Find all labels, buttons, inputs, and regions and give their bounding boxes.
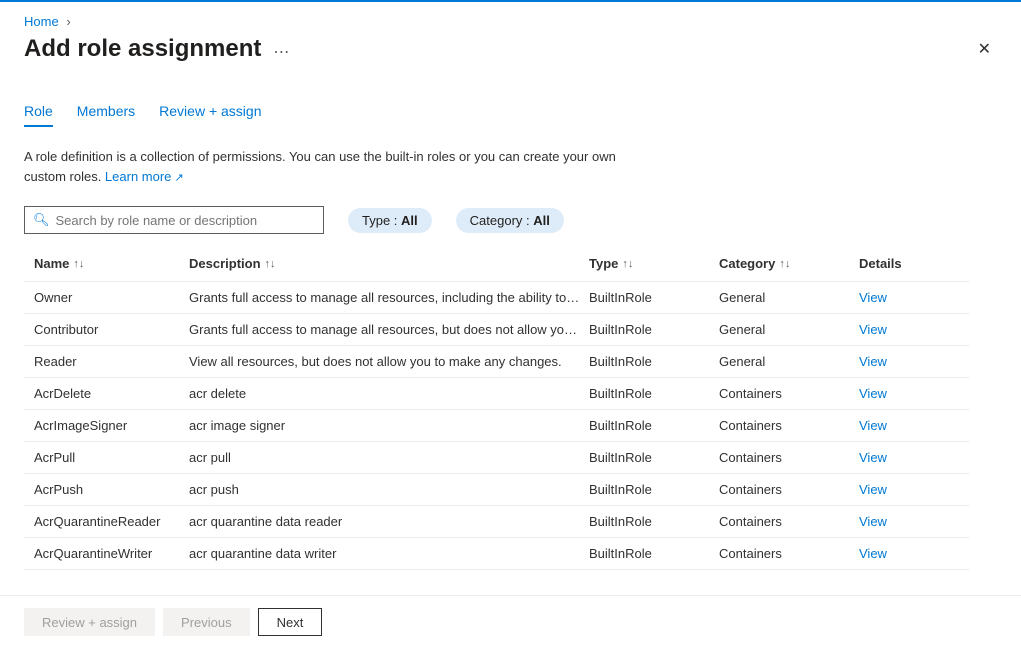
table-row[interactable]: AcrPushacr pushBuiltInRoleContainersView	[24, 474, 969, 506]
role-details: View	[859, 450, 959, 465]
role-description: acr quarantine data reader	[189, 514, 589, 529]
search-box[interactable]: 🔍︎	[24, 206, 324, 234]
role-details: View	[859, 546, 959, 561]
search-input[interactable]	[56, 213, 315, 228]
role-description: acr image signer	[189, 418, 589, 433]
role-type: BuiltInRole	[589, 546, 719, 561]
view-details-link[interactable]: View	[859, 290, 887, 305]
column-header-details: Details	[859, 256, 959, 271]
role-details: View	[859, 482, 959, 497]
role-category: General	[719, 354, 859, 369]
horizontal-scrollbar[interactable]	[0, 648, 1021, 664]
wizard-tabs: Role Members Review + assign	[24, 97, 997, 127]
view-details-link[interactable]: View	[859, 322, 887, 337]
role-name: AcrQuarantineWriter	[24, 546, 189, 561]
role-category: Containers	[719, 418, 859, 433]
view-details-link[interactable]: View	[859, 450, 887, 465]
tab-description: A role definition is a collection of per…	[24, 147, 644, 186]
role-name: AcrPush	[24, 482, 189, 497]
table-row[interactable]: ReaderView all resources, but does not a…	[24, 346, 969, 378]
role-type: BuiltInRole	[589, 450, 719, 465]
review-assign-button: Review + assign	[24, 608, 155, 636]
close-icon[interactable]: ✕	[972, 33, 997, 65]
view-details-link[interactable]: View	[859, 386, 887, 401]
tab-role[interactable]: Role	[24, 97, 53, 127]
tab-members[interactable]: Members	[77, 97, 135, 127]
role-details: View	[859, 354, 959, 369]
column-header-description[interactable]: Description↑↓	[189, 256, 589, 271]
view-details-link[interactable]: View	[859, 418, 887, 433]
tab-review[interactable]: Review + assign	[159, 97, 261, 127]
role-category: Containers	[719, 482, 859, 497]
sort-icon: ↑↓	[779, 258, 790, 270]
role-description: acr quarantine data writer	[189, 546, 589, 561]
role-details: View	[859, 386, 959, 401]
view-details-link[interactable]: View	[859, 514, 887, 529]
column-header-type[interactable]: Type↑↓	[589, 256, 719, 271]
column-header-category[interactable]: Category↑↓	[719, 256, 859, 271]
role-name: Owner	[24, 290, 189, 305]
role-name: Reader	[24, 354, 189, 369]
role-details: View	[859, 290, 959, 305]
role-type: BuiltInRole	[589, 290, 719, 305]
role-details: View	[859, 418, 959, 433]
role-type: BuiltInRole	[589, 322, 719, 337]
breadcrumb-home-link[interactable]: Home	[24, 14, 59, 29]
sort-icon: ↑↓	[622, 258, 633, 270]
view-details-link[interactable]: View	[859, 546, 887, 561]
filter-category-pill[interactable]: Category : All	[456, 208, 564, 233]
role-type: BuiltInRole	[589, 418, 719, 433]
role-type: BuiltInRole	[589, 386, 719, 401]
table-row[interactable]: AcrImageSigneracr image signerBuiltInRol…	[24, 410, 969, 442]
view-details-link[interactable]: View	[859, 482, 887, 497]
column-header-name[interactable]: Name↑↓	[24, 256, 189, 271]
role-name: AcrImageSigner	[24, 418, 189, 433]
role-details: View	[859, 322, 959, 337]
role-type: BuiltInRole	[589, 354, 719, 369]
role-description: Grants full access to manage all resourc…	[189, 290, 589, 305]
role-category: Containers	[719, 386, 859, 401]
external-link-icon: ↗	[171, 172, 183, 184]
table-row[interactable]: AcrQuarantineReaderacr quarantine data r…	[24, 506, 969, 538]
role-description: View all resources, but does not allow y…	[189, 354, 589, 369]
role-category: General	[719, 290, 859, 305]
learn-more-link[interactable]: Learn more ↗	[105, 169, 184, 184]
role-description: acr delete	[189, 386, 589, 401]
role-category: Containers	[719, 546, 859, 561]
role-name: AcrQuarantineReader	[24, 514, 189, 529]
roles-table: Name↑↓ Description↑↓ Type↑↓ Category↑↓ D…	[24, 246, 969, 570]
role-description: acr pull	[189, 450, 589, 465]
role-type: BuiltInRole	[589, 482, 719, 497]
role-details: View	[859, 514, 959, 529]
table-row[interactable]: ContributorGrants full access to manage …	[24, 314, 969, 346]
view-details-link[interactable]: View	[859, 354, 887, 369]
role-name: AcrDelete	[24, 386, 189, 401]
table-row[interactable]: AcrPullacr pullBuiltInRoleContainersView	[24, 442, 969, 474]
role-description: Grants full access to manage all resourc…	[189, 322, 589, 337]
role-category: Containers	[719, 450, 859, 465]
chevron-right-icon: ›	[62, 14, 74, 29]
role-type: BuiltInRole	[589, 514, 719, 529]
sort-icon: ↑↓	[265, 258, 276, 270]
table-row[interactable]: AcrDeleteacr deleteBuiltInRoleContainers…	[24, 378, 969, 410]
role-name: AcrPull	[24, 450, 189, 465]
sort-icon: ↑↓	[73, 258, 84, 270]
more-actions-icon[interactable]: ⋯	[273, 36, 291, 62]
table-header-row: Name↑↓ Description↑↓ Type↑↓ Category↑↓ D…	[24, 246, 969, 282]
role-category: Containers	[719, 514, 859, 529]
previous-button: Previous	[163, 608, 250, 636]
role-category: General	[719, 322, 859, 337]
breadcrumb: Home ›	[0, 2, 1021, 33]
role-name: Contributor	[24, 322, 189, 337]
table-row[interactable]: AcrQuarantineWriteracr quarantine data w…	[24, 538, 969, 570]
table-row[interactable]: OwnerGrants full access to manage all re…	[24, 282, 969, 314]
page-title: Add role assignment	[24, 35, 261, 63]
filter-type-pill[interactable]: Type : All	[348, 208, 432, 233]
next-button[interactable]: Next	[258, 608, 323, 636]
wizard-footer: Review + assign Previous Next	[0, 595, 1021, 648]
search-icon: 🔍︎	[33, 212, 50, 228]
role-description: acr push	[189, 482, 589, 497]
